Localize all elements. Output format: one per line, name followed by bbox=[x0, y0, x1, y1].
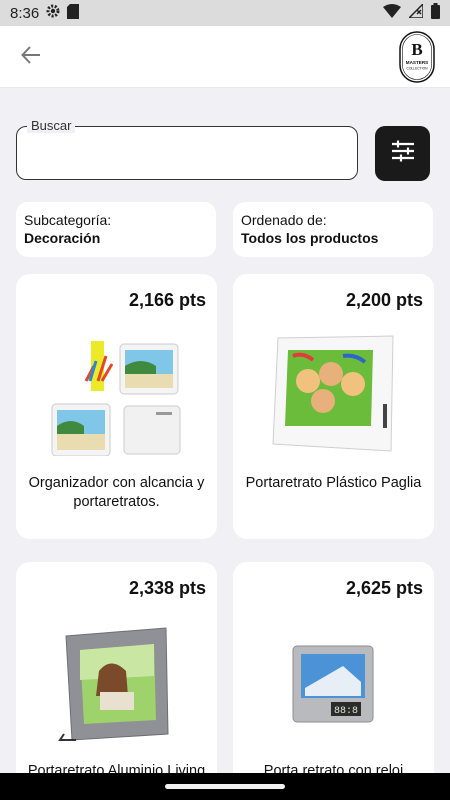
search-field: Buscar bbox=[16, 118, 358, 180]
sliders-icon bbox=[391, 140, 415, 167]
status-bar: 8:36 bbox=[0, 0, 450, 26]
search-label: Buscar bbox=[27, 118, 76, 133]
arrow-left-icon bbox=[21, 45, 41, 69]
product-card[interactable]: 2,166 pts Organizador con alcancia y por… bbox=[16, 274, 217, 539]
subcategory-value: Decoración bbox=[24, 230, 101, 246]
order-value: Todos los productos bbox=[241, 230, 379, 246]
logo-line2: COLLECTION bbox=[406, 67, 428, 71]
subcategory-card[interactable]: Subcategoría: Decoración bbox=[16, 202, 216, 257]
logo-letter: B bbox=[411, 40, 422, 59]
product-card[interactable]: 2,338 pts Portaretrato Aluminio Living bbox=[16, 562, 217, 792]
product-price: 2,625 pts bbox=[345, 578, 423, 598]
battery-icon bbox=[431, 3, 440, 23]
svg-text:88:8: 88:8 bbox=[334, 706, 358, 717]
gear-icon bbox=[45, 3, 61, 23]
product-card[interactable]: 2,200 pts Portaretrato Plástico Paglia bbox=[233, 274, 434, 539]
order-label: Ordenado de: bbox=[241, 212, 327, 228]
system-nav-bar bbox=[0, 773, 450, 800]
product-price: 2,166 pts bbox=[128, 290, 206, 310]
logo-line1: MASTERS bbox=[406, 60, 428, 65]
status-time: 8:36 bbox=[10, 4, 40, 22]
back-button[interactable] bbox=[16, 44, 46, 70]
product-name: Organizador con alcancia y portaretratos… bbox=[28, 475, 205, 510]
product-price: 2,338 pts bbox=[128, 578, 206, 598]
filter-button[interactable] bbox=[375, 126, 430, 181]
home-handle[interactable] bbox=[165, 784, 285, 789]
product-name: Portaretrato Plástico Paglia bbox=[245, 475, 422, 491]
search-input[interactable] bbox=[17, 127, 357, 179]
product-card[interactable]: 2,625 pts 88:8 Porta retrato con reloj bbox=[233, 562, 434, 792]
product-price: 2,200 pts bbox=[345, 290, 423, 310]
brand-logo: B MASTERS COLLECTION bbox=[398, 30, 436, 84]
wifi-icon bbox=[383, 4, 401, 22]
product-image bbox=[16, 326, 217, 457]
app-bar: B MASTERS COLLECTION bbox=[0, 26, 450, 88]
no-signal-icon bbox=[407, 2, 424, 22]
product-image: 88:8 bbox=[233, 616, 434, 746]
subcategory-label: Subcategoría: bbox=[24, 212, 112, 228]
order-card[interactable]: Ordenado de: Todos los productos bbox=[233, 202, 433, 257]
product-image bbox=[233, 326, 434, 456]
product-image bbox=[16, 616, 217, 746]
sd-card-icon bbox=[67, 3, 80, 23]
